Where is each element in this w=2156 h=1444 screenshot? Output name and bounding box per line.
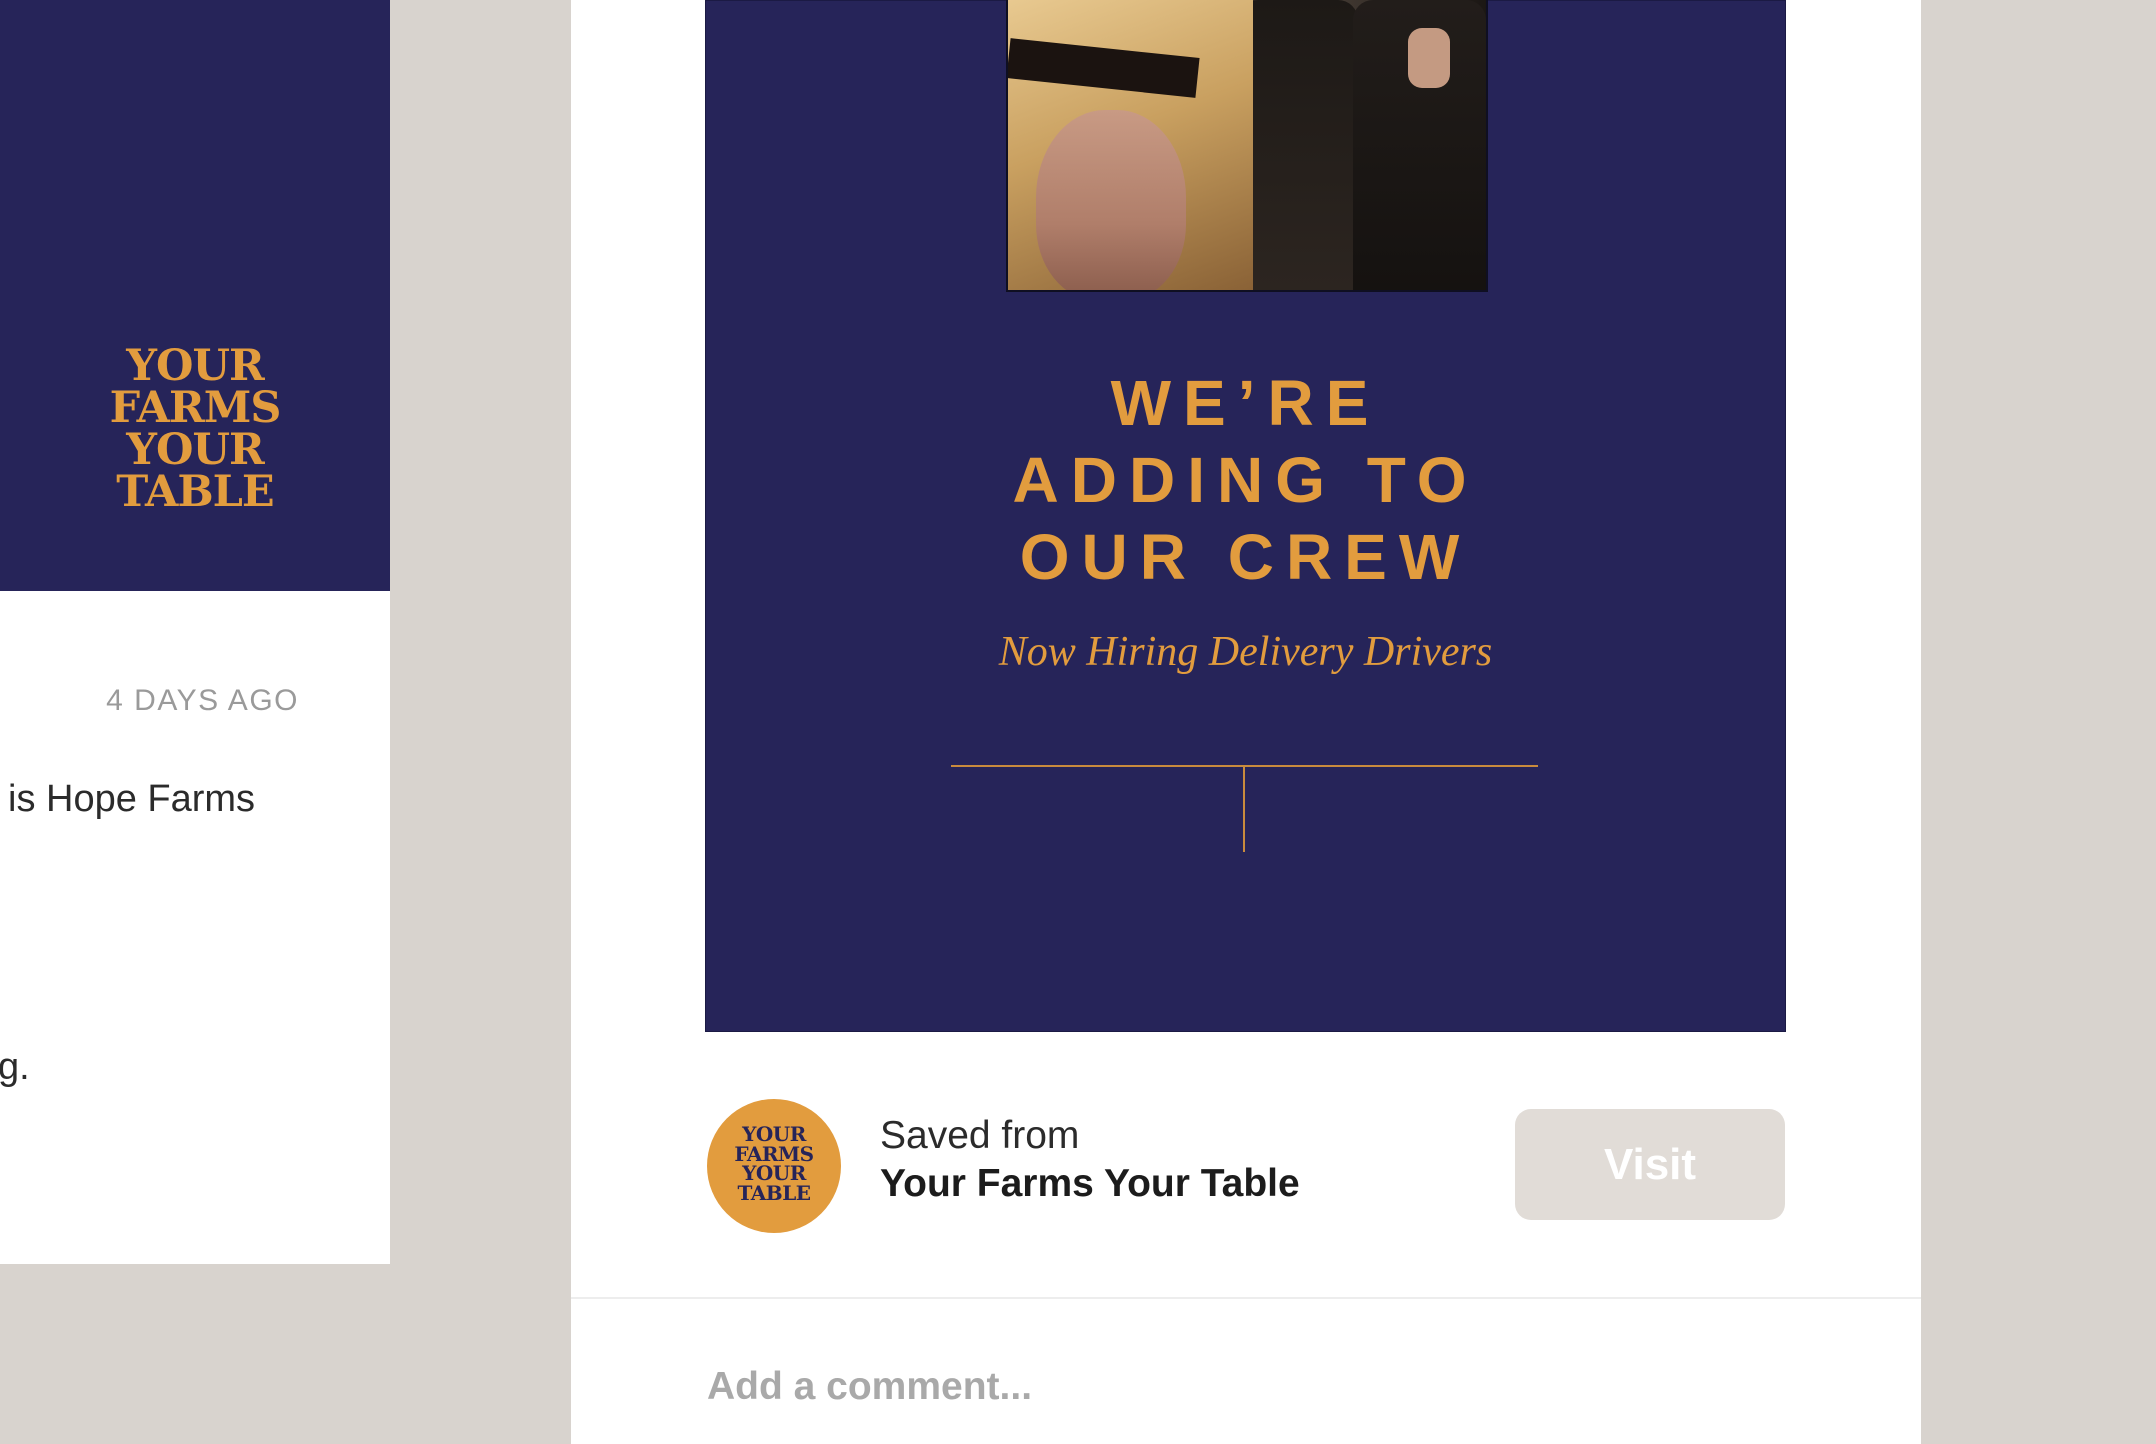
saved-from-label: Saved from — [880, 1114, 1080, 1157]
post-timestamp: 4 DAYS AGO — [106, 684, 299, 717]
brand-logo: YOUR FARMS YOUR TABLE — [109, 341, 282, 518]
post-text-line: g. — [0, 1046, 30, 1088]
pin-source-row: YOUR FARMS YOUR TABLE Saved from Your Fa… — [571, 1032, 1921, 1299]
visit-button[interactable]: Visit — [1515, 1109, 1785, 1220]
poster-headline: WE’RE ADDING TO OUR CREW — [1012, 367, 1479, 593]
adjacent-pin-card[interactable]: YOUR FARMS YOUR TABLE 4 DAYS AGO is Hope… — [0, 0, 390, 1264]
poster-divider-stem — [1243, 767, 1245, 852]
post-text-line: is Hope Farms — [8, 778, 256, 820]
source-site-link[interactable]: Your Farms Your Table — [880, 1162, 1300, 1206]
comment-input[interactable] — [707, 1352, 1787, 1422]
pin-detail-card: WE’RE ADDING TO OUR CREW Now Hiring Deli… — [571, 0, 1921, 1444]
poster-subheading: Now Hiring Delivery Drivers — [998, 629, 1493, 675]
brand-logo: YOUR FARMS YOUR TABLE — [734, 1122, 814, 1205]
band-photo — [1006, 0, 1488, 292]
adjacent-pin-image[interactable]: YOUR FARMS YOUR TABLE — [0, 0, 390, 591]
source-avatar[interactable]: YOUR FARMS YOUR TABLE — [707, 1099, 841, 1233]
pin-image[interactable]: WE’RE ADDING TO OUR CREW Now Hiring Deli… — [705, 0, 1786, 1032]
